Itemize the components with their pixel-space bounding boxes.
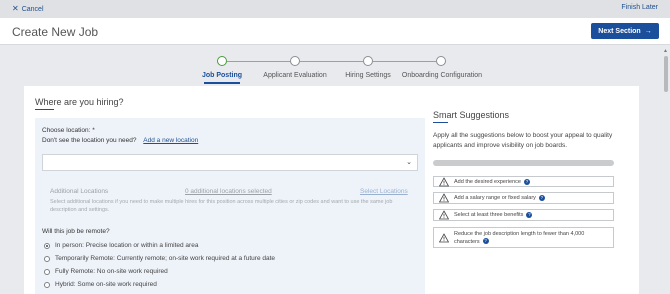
remote-option-label: Temporarily Remote: Currently remote; on… bbox=[55, 255, 276, 262]
progress-stepper: Job Posting Applicant Evaluation Hiring … bbox=[180, 55, 490, 84]
warning-icon bbox=[439, 193, 449, 203]
step-label-job-posting[interactable]: Job Posting bbox=[202, 72, 242, 79]
suggestions-progress-bar bbox=[433, 160, 614, 166]
page-title: Create New Job bbox=[12, 25, 99, 39]
step-circle-job-posting[interactable] bbox=[217, 56, 227, 66]
suggestion-add-salary[interactable]: Add a salary range or fixed salary? bbox=[433, 192, 614, 204]
next-section-label: Next Section bbox=[598, 27, 641, 35]
remote-option-label: Hybrid: Some on-site work required bbox=[55, 281, 157, 288]
active-step-indicator bbox=[204, 82, 240, 84]
question-circle-icon[interactable]: ? bbox=[482, 238, 489, 245]
step-connector bbox=[300, 61, 363, 62]
remote-option-label: In person: Precise location or within a … bbox=[55, 242, 199, 249]
section-title: Where are you hiring? bbox=[35, 97, 124, 107]
location-form-panel: Choose location: * Don't see the locatio… bbox=[35, 118, 425, 294]
remote-option-label: Fully Remote: No on-site work required bbox=[55, 268, 168, 275]
suggestion-text: Reduce the job description length to few… bbox=[454, 230, 585, 245]
header-bar: Create New Job Next Section → bbox=[0, 18, 670, 45]
remote-option-temporarily-remote[interactable]: Temporarily Remote: Currently remote; on… bbox=[44, 255, 275, 262]
additional-locations-label: Additional Locations bbox=[50, 188, 109, 195]
remote-option-in-person[interactable]: In person: Precise location or within a … bbox=[44, 242, 198, 249]
step-circle-applicant-evaluation[interactable] bbox=[290, 56, 300, 66]
location-select[interactable]: ⌄ bbox=[42, 154, 418, 171]
suggestion-text: Select at least three benefits bbox=[454, 212, 524, 218]
add-location-link[interactable]: Add a new location bbox=[143, 137, 198, 144]
top-bar: ✕ Cancel Finish Later bbox=[0, 0, 670, 18]
additional-locations-help: Select additional locations if you need … bbox=[50, 199, 393, 213]
radio-button[interactable] bbox=[44, 255, 50, 262]
remote-option-fully-remote[interactable]: Fully Remote: No on-site work required bbox=[44, 268, 168, 275]
missing-location-text: Don't see the location you need? bbox=[42, 137, 137, 144]
step-circle-hiring-settings[interactable] bbox=[363, 56, 373, 66]
select-locations-link[interactable]: Select Locations bbox=[360, 188, 408, 195]
step-circle-onboarding-configuration[interactable] bbox=[436, 56, 446, 66]
warning-icon bbox=[439, 233, 449, 242]
chevron-down-icon: ⌄ bbox=[406, 159, 412, 166]
radio-button[interactable] bbox=[44, 242, 50, 249]
step-label-hiring-settings[interactable]: Hiring Settings bbox=[345, 72, 391, 79]
finish-later-button[interactable]: Finish Later bbox=[621, 4, 658, 11]
question-circle-icon[interactable]: ? bbox=[526, 212, 533, 218]
smart-suggestions-underline bbox=[433, 122, 448, 123]
cancel-button[interactable]: ✕ Cancel bbox=[12, 4, 44, 13]
suggestion-select-benefits[interactable]: Select at least three benefits? bbox=[433, 209, 614, 221]
step-label-onboarding-configuration[interactable]: Onboarding Configuration bbox=[402, 72, 482, 79]
step-connector bbox=[373, 61, 436, 62]
section-title-underline bbox=[35, 109, 54, 110]
warning-icon bbox=[439, 210, 449, 220]
warning-icon bbox=[439, 177, 449, 186]
job-location-card: Where are you hiring? Choose location: *… bbox=[24, 86, 639, 294]
smart-suggestions-title: Smart Suggestions bbox=[433, 110, 510, 120]
arrow-right-icon: → bbox=[644, 27, 652, 35]
suggestion-add-experience[interactable]: Add the desired experience? bbox=[433, 176, 614, 187]
close-icon: ✕ bbox=[12, 4, 19, 13]
suggestion-text: Add the desired experience bbox=[454, 178, 521, 185]
additional-locations-count: 0 additional locations selected bbox=[185, 188, 272, 195]
suggestion-text: Add a salary range or fixed salary bbox=[454, 195, 536, 201]
remote-question: Will this job be remote? bbox=[42, 228, 110, 235]
smart-suggestions-description: Apply all the suggestions below to boost… bbox=[433, 132, 613, 149]
radio-button[interactable] bbox=[44, 281, 50, 288]
suggestion-reduce-description[interactable]: Reduce the job description length to few… bbox=[433, 227, 614, 248]
step-connector bbox=[227, 61, 290, 62]
scroll-up-arrow[interactable]: ▲ bbox=[663, 48, 668, 54]
radio-button[interactable] bbox=[44, 268, 50, 275]
missing-location-prompt: Don't see the location you need? Add a n… bbox=[42, 137, 198, 144]
question-circle-icon[interactable]: ? bbox=[523, 178, 530, 185]
next-section-button[interactable]: Next Section → bbox=[591, 23, 659, 39]
choose-location-label: Choose location: * bbox=[42, 127, 95, 134]
cancel-label: Cancel bbox=[21, 6, 44, 13]
remote-option-hybrid[interactable]: Hybrid: Some on-site work required bbox=[44, 281, 157, 288]
question-circle-icon[interactable]: ? bbox=[538, 195, 545, 201]
scrollbar-thumb[interactable] bbox=[664, 56, 668, 92]
suggestion-text-wrap: Reduce the job description length to few… bbox=[454, 230, 594, 246]
step-label-applicant-evaluation[interactable]: Applicant Evaluation bbox=[263, 72, 326, 79]
